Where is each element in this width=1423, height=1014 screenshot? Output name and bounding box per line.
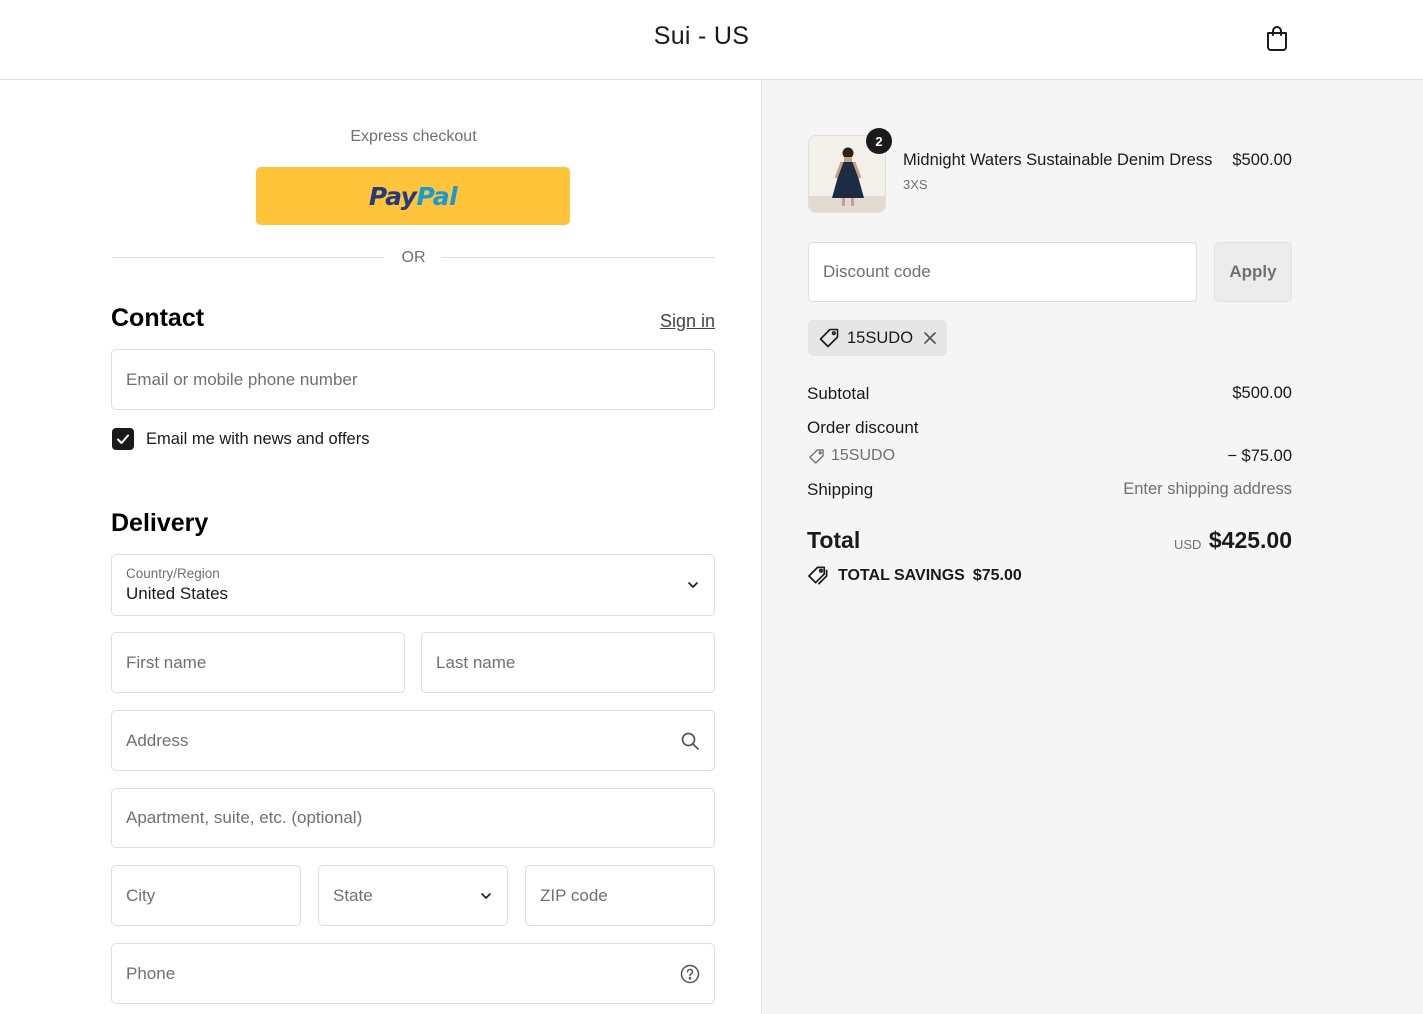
chevron-down-icon	[481, 892, 491, 899]
discount-placeholder: Discount code	[823, 262, 931, 281]
close-icon	[924, 332, 936, 344]
newsletter-checkbox[interactable]	[112, 428, 134, 450]
city-placeholder: City	[126, 885, 156, 905]
cart-button[interactable]	[1262, 22, 1292, 54]
total-label: Total	[807, 527, 861, 553]
express-checkout-label: Express checkout	[350, 128, 477, 145]
city-field[interactable]: City	[111, 865, 301, 926]
address-placeholder: Address	[126, 730, 189, 750]
email-field[interactable]: Email or mobile phone number	[111, 349, 715, 410]
subtotal-value: $500.00	[1232, 384, 1292, 402]
last-name-placeholder: Last name	[436, 652, 516, 672]
apartment-placeholder: Apartment, suite, etc. (optional)	[126, 808, 363, 827]
applied-discount-chip: 15SUDO	[808, 320, 947, 356]
apply-button[interactable]: Apply	[1214, 242, 1292, 302]
product-variant: 3XS	[903, 177, 928, 192]
shipping-label: Shipping	[807, 480, 874, 499]
discount-code-field[interactable]: Discount code	[808, 242, 1197, 302]
tags-icon	[808, 566, 828, 585]
paypal-logo: PayPal	[368, 181, 458, 211]
store-title: Sui - US	[653, 22, 750, 50]
state-placeholder: State	[333, 885, 373, 905]
newsletter-checkbox-row[interactable]: Email me with news and offers	[112, 428, 369, 450]
or-divider: OR	[112, 246, 715, 270]
order-summary-panel	[761, 80, 1423, 1014]
checkmark-icon	[117, 434, 129, 444]
phone-placeholder: Phone	[126, 963, 176, 983]
applied-code: 15SUDO	[847, 328, 914, 347]
tag-icon	[819, 328, 839, 348]
discount-value: − $75.00	[1227, 447, 1292, 465]
quantity-badge: 2	[866, 128, 892, 154]
product-price: $500.00	[1232, 151, 1292, 169]
zip-placeholder: ZIP code	[540, 885, 608, 905]
sign-in-link[interactable]: Sign in	[660, 311, 715, 332]
tag-icon	[809, 448, 824, 464]
product-name: Midnight Waters Sustainable Denim Dress	[903, 151, 1213, 169]
discount-code-row: 15SUDO	[808, 447, 895, 465]
phone-field[interactable]: Phone	[111, 943, 715, 1004]
total-currency: USD	[1174, 537, 1202, 552]
contact-heading: Contact	[111, 304, 205, 332]
address-field[interactable]: Address	[111, 710, 715, 771]
header: Sui - US	[0, 0, 1423, 80]
total-savings-row: TOTAL SAVINGS $75.00	[808, 565, 1022, 586]
or-text: OR	[401, 249, 426, 266]
first-name-field[interactable]: First name	[111, 632, 405, 693]
email-placeholder: Email or mobile phone number	[126, 369, 358, 389]
delivery-heading: Delivery	[111, 509, 209, 537]
first-name-placeholder: First name	[126, 652, 207, 672]
total-value: $425.00	[1208, 527, 1292, 553]
discount-code-text: 15SUDO	[831, 447, 896, 464]
order-discount-label: Order discount	[807, 418, 919, 437]
country-select[interactable]: Country/Region United States	[111, 554, 715, 616]
total-savings-label: TOTAL SAVINGS	[838, 566, 965, 584]
chevron-down-icon	[688, 582, 698, 588]
shipping-value: Enter shipping address	[1123, 480, 1292, 498]
country-label: Country/Region	[126, 566, 220, 581]
newsletter-label: Email me with news and offers	[146, 429, 370, 448]
total-savings-value: $75.00	[972, 566, 1022, 584]
help-icon[interactable]	[680, 964, 700, 984]
paypal-button[interactable]: PayPal	[256, 167, 570, 225]
search-icon	[681, 732, 699, 750]
state-select[interactable]: State	[318, 865, 508, 926]
last-name-field[interactable]: Last name	[421, 632, 715, 693]
apartment-field[interactable]: Apartment, suite, etc. (optional)	[111, 788, 715, 848]
country-value: United States	[126, 584, 229, 603]
subtotal-label: Subtotal	[807, 384, 870, 403]
shopping-bag-icon	[1267, 26, 1287, 51]
zip-field[interactable]: ZIP code	[525, 865, 715, 926]
remove-discount-button[interactable]	[923, 331, 937, 345]
